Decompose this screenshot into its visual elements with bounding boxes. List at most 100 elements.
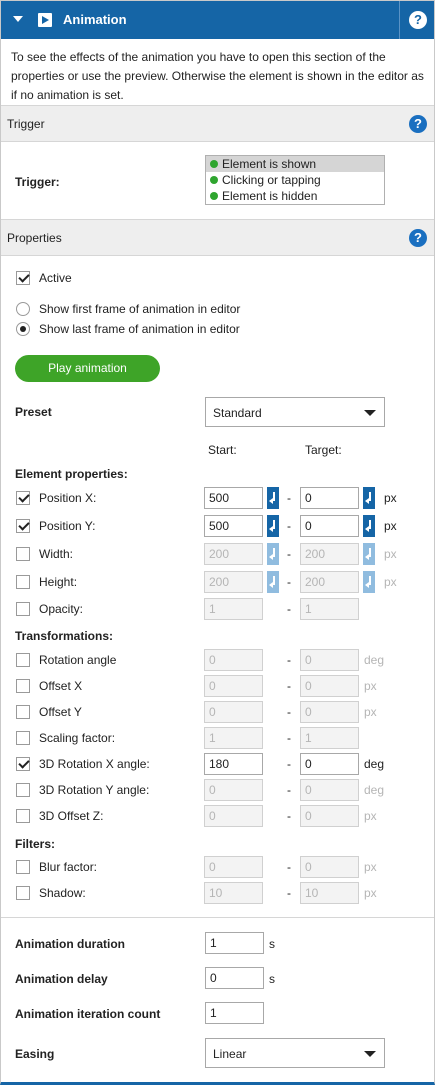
- offset-x-label: Offset X: [39, 679, 83, 693]
- element-properties-title: Element properties:: [15, 467, 128, 481]
- header-divider: [399, 1, 400, 39]
- easing-select[interactable]: Linear: [205, 1038, 385, 1068]
- enter-icon[interactable]: [363, 487, 375, 509]
- play-animation-button[interactable]: Play animation: [15, 355, 160, 382]
- range-dash: -: [287, 575, 291, 589]
- trigger-option-label: Element is shown: [222, 157, 317, 171]
- position-x-checkbox[interactable]: [16, 491, 30, 505]
- trigger-listbox[interactable]: Element is shown Clicking or tapping Ele…: [205, 155, 385, 205]
- trigger-section-title: Trigger: [7, 117, 45, 131]
- rotation-angle-start-input: [204, 649, 263, 671]
- preset-select[interactable]: Standard: [205, 397, 385, 427]
- properties-section-title: Properties: [7, 231, 62, 245]
- rotation-3d-y-start-input: [204, 779, 263, 801]
- animation-description: To see the effects of the animation you …: [11, 50, 424, 102]
- offset-y-checkbox[interactable]: [16, 705, 30, 719]
- scaling-factor-label: Scaling factor:: [39, 731, 116, 745]
- panel-title: Animation: [63, 12, 127, 27]
- unit-label: px: [384, 575, 397, 589]
- trigger-help-icon[interactable]: ?: [409, 115, 427, 133]
- range-dash: -: [287, 519, 291, 533]
- range-dash: -: [287, 860, 291, 874]
- shadow-checkbox[interactable]: [16, 886, 30, 900]
- width-label: Width:: [39, 547, 74, 561]
- position-x-target-input[interactable]: [300, 487, 359, 509]
- rotation-angle-label: Rotation angle: [39, 653, 117, 667]
- start-column-header: Start:: [208, 443, 237, 457]
- offset-3d-z-label: 3D Offset Z:: [39, 809, 104, 823]
- position-x-start-input[interactable]: [204, 487, 263, 509]
- panel-header[interactable]: Animation ?: [1, 1, 434, 39]
- enter-icon[interactable]: [267, 515, 279, 537]
- opacity-label: Opacity:: [39, 602, 84, 616]
- show-last-frame-radio[interactable]: [16, 322, 30, 336]
- range-dash: -: [287, 653, 291, 667]
- preset-value: Standard: [213, 406, 262, 420]
- animation-duration-input[interactable]: [205, 932, 264, 954]
- scaling-factor-start-input: [204, 727, 263, 749]
- range-dash: -: [287, 602, 291, 616]
- blur-factor-label: Blur factor:: [39, 860, 98, 874]
- offset-x-target-input: [300, 675, 359, 697]
- range-dash: -: [287, 886, 291, 900]
- scaling-factor-checkbox[interactable]: [16, 731, 30, 745]
- animation-delay-label: Animation delay: [15, 972, 108, 986]
- active-checkbox[interactable]: [16, 271, 30, 285]
- blur-factor-checkbox[interactable]: [16, 860, 30, 874]
- offset-y-target-input: [300, 701, 359, 723]
- rotation-angle-target-input: [300, 649, 359, 671]
- trigger-option-label: Clicking or tapping: [222, 173, 321, 187]
- animation-delay-input[interactable]: [205, 967, 264, 989]
- rotation-3d-y-label: 3D Rotation Y angle:: [39, 783, 150, 797]
- unit-label: px: [384, 491, 397, 505]
- animation-iteration-label: Animation iteration count: [15, 1007, 161, 1021]
- opacity-target-input: [300, 598, 359, 620]
- rotation-3d-x-target-input[interactable]: [300, 753, 359, 775]
- range-dash: -: [287, 547, 291, 561]
- animation-iteration-input[interactable]: [205, 1002, 264, 1024]
- height-checkbox[interactable]: [16, 575, 30, 589]
- offset-3d-z-checkbox[interactable]: [16, 809, 30, 823]
- properties-section-header: Properties ?: [1, 219, 434, 256]
- offset-x-checkbox[interactable]: [16, 679, 30, 693]
- blur-factor-start-input: [204, 856, 263, 878]
- show-first-frame-radio[interactable]: [16, 302, 30, 316]
- rotation-angle-checkbox[interactable]: [16, 653, 30, 667]
- trigger-section-header: Trigger ?: [1, 105, 434, 142]
- unit-label: px: [364, 809, 377, 823]
- target-column-header: Target:: [305, 443, 342, 457]
- properties-help-icon[interactable]: ?: [409, 229, 427, 247]
- chevron-down-icon: [364, 1051, 376, 1057]
- position-y-checkbox[interactable]: [16, 519, 30, 533]
- trigger-option-element-hidden[interactable]: Element is hidden: [206, 188, 384, 204]
- enter-icon[interactable]: [267, 487, 279, 509]
- range-dash: -: [287, 705, 291, 719]
- shadow-start-input: [204, 882, 263, 904]
- easing-value: Linear: [213, 1047, 247, 1061]
- green-dot-icon: [210, 160, 218, 168]
- show-last-frame-label: Show last frame of animation in editor: [39, 322, 240, 336]
- width-checkbox[interactable]: [16, 547, 30, 561]
- rotation-3d-y-checkbox[interactable]: [16, 783, 30, 797]
- shadow-target-input: [300, 882, 359, 904]
- offset-y-start-input: [204, 701, 263, 723]
- collapse-arrow-icon[interactable]: [13, 16, 23, 22]
- width-target-input: [300, 543, 359, 565]
- enter-icon: [267, 543, 279, 565]
- unit-label: px: [364, 705, 377, 719]
- trigger-option-clicking[interactable]: Clicking or tapping: [206, 172, 384, 188]
- help-icon[interactable]: ?: [409, 11, 427, 29]
- rotation-3d-x-start-input[interactable]: [204, 753, 263, 775]
- rotation-3d-x-checkbox[interactable]: [16, 757, 30, 771]
- position-y-start-input[interactable]: [204, 515, 263, 537]
- opacity-checkbox[interactable]: [16, 602, 30, 616]
- enter-icon: [363, 543, 375, 565]
- enter-icon: [267, 571, 279, 593]
- delay-unit-label: s: [269, 972, 275, 986]
- enter-icon[interactable]: [363, 515, 375, 537]
- height-target-input: [300, 571, 359, 593]
- position-y-target-input[interactable]: [300, 515, 359, 537]
- trigger-option-element-shown[interactable]: Element is shown: [206, 156, 384, 172]
- range-dash: -: [287, 783, 291, 797]
- green-dot-icon: [210, 192, 218, 200]
